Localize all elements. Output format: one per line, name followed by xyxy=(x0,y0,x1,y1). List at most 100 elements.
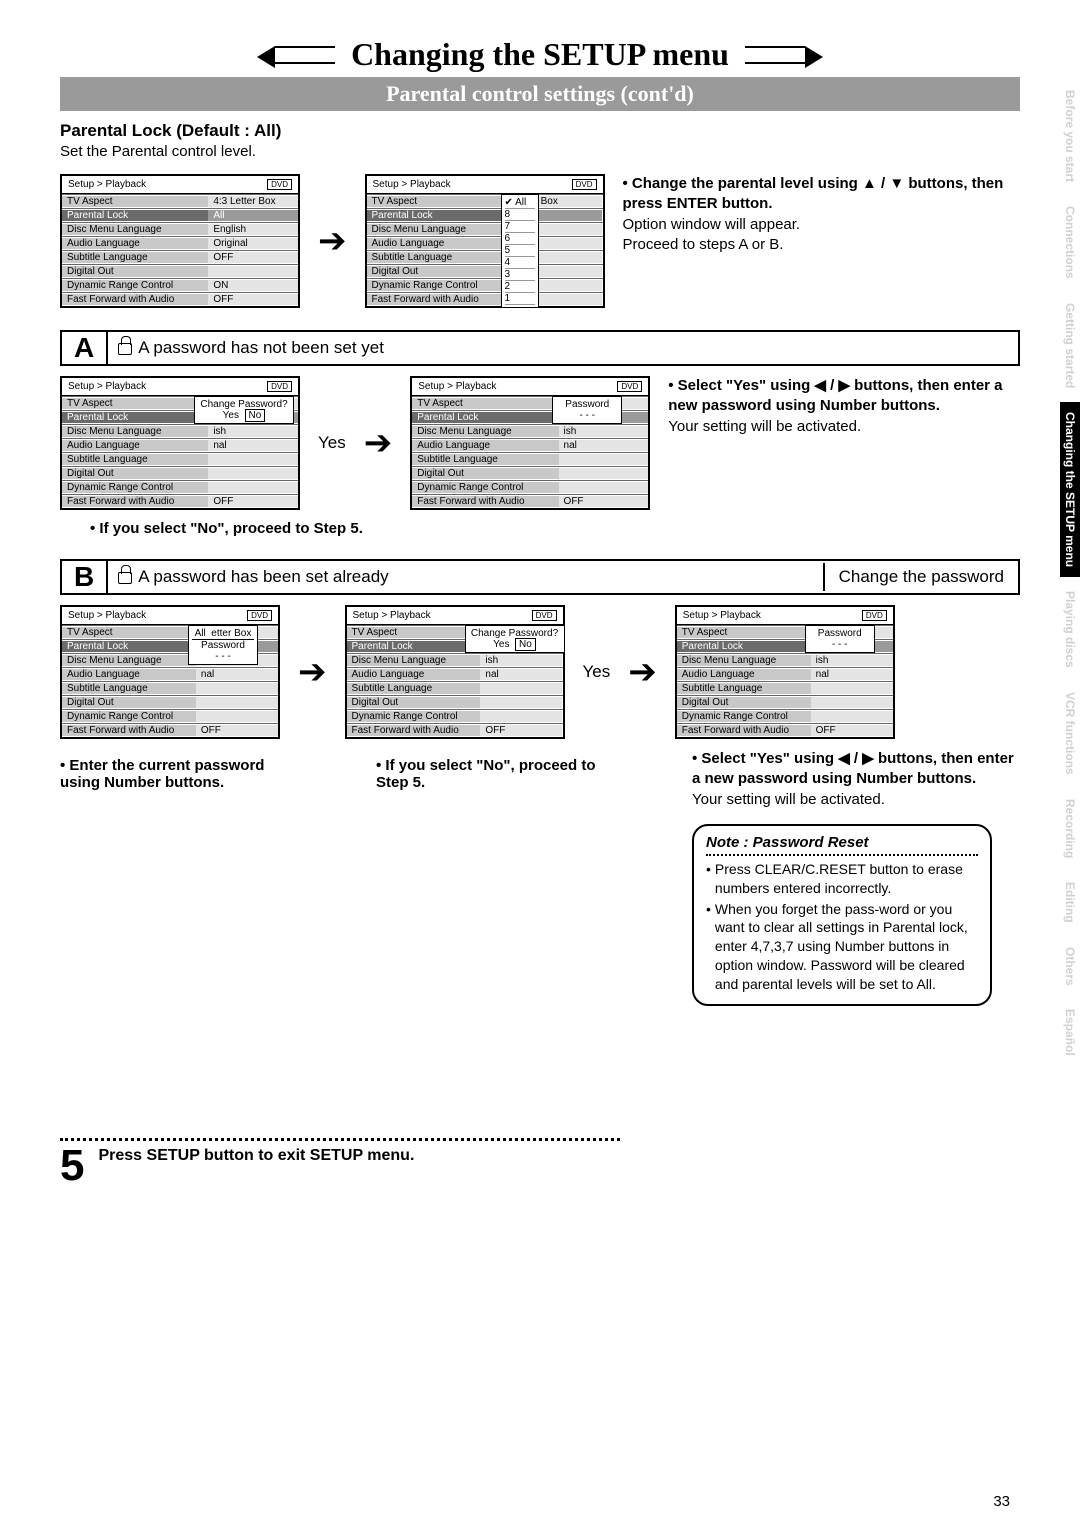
menu-row: Audio Languagenal xyxy=(347,667,563,681)
level-options-overlay: ✔ All87654321 xyxy=(501,194,539,308)
setup-menu-b2: Setup > PlaybackDVD TV Aspectetter BoxPa… xyxy=(345,605,565,739)
menu-row: Digital Out xyxy=(367,264,603,278)
menu-row: Fast Forward with AudioOFF xyxy=(62,723,278,737)
arrow-right-icon: ➔ xyxy=(298,652,327,692)
menu-row: Subtitle Language xyxy=(347,681,563,695)
section-letter: B xyxy=(62,561,108,593)
section-a-header: A A password has not been set yet xyxy=(60,330,1020,366)
yes-option: Yes xyxy=(493,639,509,650)
setup-menu-a2: Setup > PlaybackDVD TV Aspectetter BoxPa… xyxy=(410,376,650,510)
dvd-badge: DVD xyxy=(617,381,642,392)
password-mask: - - - xyxy=(556,410,618,421)
menu-row: Dynamic Range ControlON xyxy=(62,278,298,292)
menu-row: Dynamic Range Control xyxy=(677,709,893,723)
menu-row: Digital Out xyxy=(677,695,893,709)
password-label: Password xyxy=(192,640,254,651)
dvd-badge: DVD xyxy=(247,610,272,621)
arrow-right-icon: ➔ xyxy=(628,652,657,692)
section-a-title: A password has not been set yet xyxy=(138,338,384,357)
setup-menu-2: Setup > PlaybackDVD TV Aspectetter BoxPa… xyxy=(365,174,605,308)
side-tab: VCR functions xyxy=(1060,682,1080,785)
dvd-badge: DVD xyxy=(267,381,292,392)
breadcrumb: Setup > Playback xyxy=(68,381,146,392)
menu-row: Parental Lock xyxy=(367,208,603,222)
menu-row: Audio Languagenal xyxy=(412,438,648,452)
menu-row: Disc Menu LanguageEnglish xyxy=(62,222,298,236)
menu-row: Fast Forward with AudioOFF xyxy=(677,723,893,737)
note-title: Note : Password Reset xyxy=(706,834,978,856)
menu-row: Audio Languagenal xyxy=(62,438,298,452)
password-mask: - - - xyxy=(192,651,254,662)
yes-arrow-label: Yes xyxy=(583,662,611,682)
menu-row: Subtitle Language xyxy=(62,452,298,466)
menu-row: Fast Forward with AudioOFF xyxy=(62,292,298,306)
caption-b1: • Enter the current password using Numbe… xyxy=(60,757,300,791)
instruction-bold: • Change the parental level using ▲ / ▼ … xyxy=(623,174,1021,215)
change-password-overlay: Change Password? Yes No xyxy=(194,396,294,424)
side-tab: Playing discs xyxy=(1060,581,1080,678)
menu-row: Digital Out xyxy=(347,695,563,709)
menu-row: Dynamic Range Control xyxy=(347,709,563,723)
menu-row: Subtitle Language xyxy=(367,250,603,264)
section-letter: A xyxy=(62,332,108,364)
menu-row: Audio LanguageOriginal xyxy=(62,236,298,250)
menu-row: Digital Out xyxy=(412,466,648,480)
breadcrumb: Setup > Playback xyxy=(68,179,146,190)
dvd-badge: DVD xyxy=(532,610,557,621)
menu-row: Audio Languagenal xyxy=(62,667,278,681)
menu-row: Dynamic Range Control xyxy=(62,709,278,723)
setup-menu-b1: Setup > PlaybackDVD TV Aspectetter BoxPa… xyxy=(60,605,280,739)
menu-row: Disc Menu Languageish xyxy=(412,424,648,438)
section-b-title: A password has been set already xyxy=(138,567,388,586)
menu-row: Digital Out xyxy=(62,695,278,709)
menu-row: Dynamic Range Control xyxy=(412,480,648,494)
breadcrumb: Setup > Playback xyxy=(418,381,496,392)
page-subtitle: Parental control settings (cont'd) xyxy=(60,77,1020,111)
note-item: When you forget the pass-word or you wan… xyxy=(715,900,978,994)
menu-row: Subtitle LanguageOFF xyxy=(62,250,298,264)
no-option: No xyxy=(515,638,536,651)
arrow-right-icon xyxy=(745,46,805,64)
change-password-overlay: Change Password? Yes No xyxy=(465,625,565,653)
menu-row: Digital Out xyxy=(62,466,298,480)
menu-row: TV Aspect4:3 Letter Box xyxy=(62,194,298,208)
lock-icon xyxy=(118,572,132,584)
side-tab: Connections xyxy=(1060,196,1080,289)
side-tab: Recording xyxy=(1060,789,1080,868)
intro-text: Set the Parental control level. xyxy=(60,143,1020,160)
instruction-text: Proceed to steps A or B. xyxy=(623,235,1021,255)
menu-row: Subtitle Language xyxy=(62,681,278,695)
no-option: No xyxy=(245,409,266,422)
menu-row: Disc Menu Languageish xyxy=(677,653,893,667)
menu-row: Fast Forward with AudioOFF xyxy=(62,494,298,508)
setup-menu-a1: Setup > PlaybackDVD TV Aspectetter BoxPa… xyxy=(60,376,300,510)
page-title-band: Changing the SETUP menu xyxy=(60,36,1020,73)
menu-row: Subtitle Language xyxy=(677,681,893,695)
breadcrumb: Setup > Playback xyxy=(373,179,451,190)
section-b-side: Change the password xyxy=(823,563,1018,591)
yes-arrow-label: Yes xyxy=(318,433,346,453)
unlock-icon xyxy=(118,343,132,355)
side-tab: Before you start xyxy=(1060,80,1080,192)
side-tab: Editing xyxy=(1060,872,1080,933)
breadcrumb: Setup > Playback xyxy=(68,610,146,621)
setup-menu-b3: Setup > PlaybackDVD TV Aspectetter BoxPa… xyxy=(675,605,895,739)
page-title: Changing the SETUP menu xyxy=(335,36,745,73)
section-a-no-note: • If you select "No", proceed to Step 5. xyxy=(90,520,370,537)
password-label: Password xyxy=(809,628,871,639)
dvd-badge: DVD xyxy=(572,179,597,190)
setup-menu-1: Setup > Playback DVD TV Aspect4:3 Letter … xyxy=(60,174,300,308)
menu-row: Disc Menu Languageish xyxy=(347,653,563,667)
yes-option: Yes xyxy=(223,410,239,421)
change-password-label: Change Password? xyxy=(198,399,290,410)
dvd-badge: DVD xyxy=(267,179,292,190)
intro-heading: Parental Lock (Default : All) xyxy=(60,121,1020,141)
menu-row: Subtitle Language xyxy=(412,452,648,466)
instruction-text: Your setting will be activated. xyxy=(668,417,1020,437)
caption-b2: • If you select "No", proceed to Step 5. xyxy=(376,757,616,791)
step5-text: Press SETUP button to exit SETUP menu. xyxy=(98,1147,414,1165)
arrow-right-icon: ➔ xyxy=(364,423,393,463)
breadcrumb: Setup > Playback xyxy=(353,610,431,621)
menu-row: Fast Forward with AudioOFF xyxy=(347,723,563,737)
menu-row: Fast Forward with AudioOFF xyxy=(367,292,603,306)
